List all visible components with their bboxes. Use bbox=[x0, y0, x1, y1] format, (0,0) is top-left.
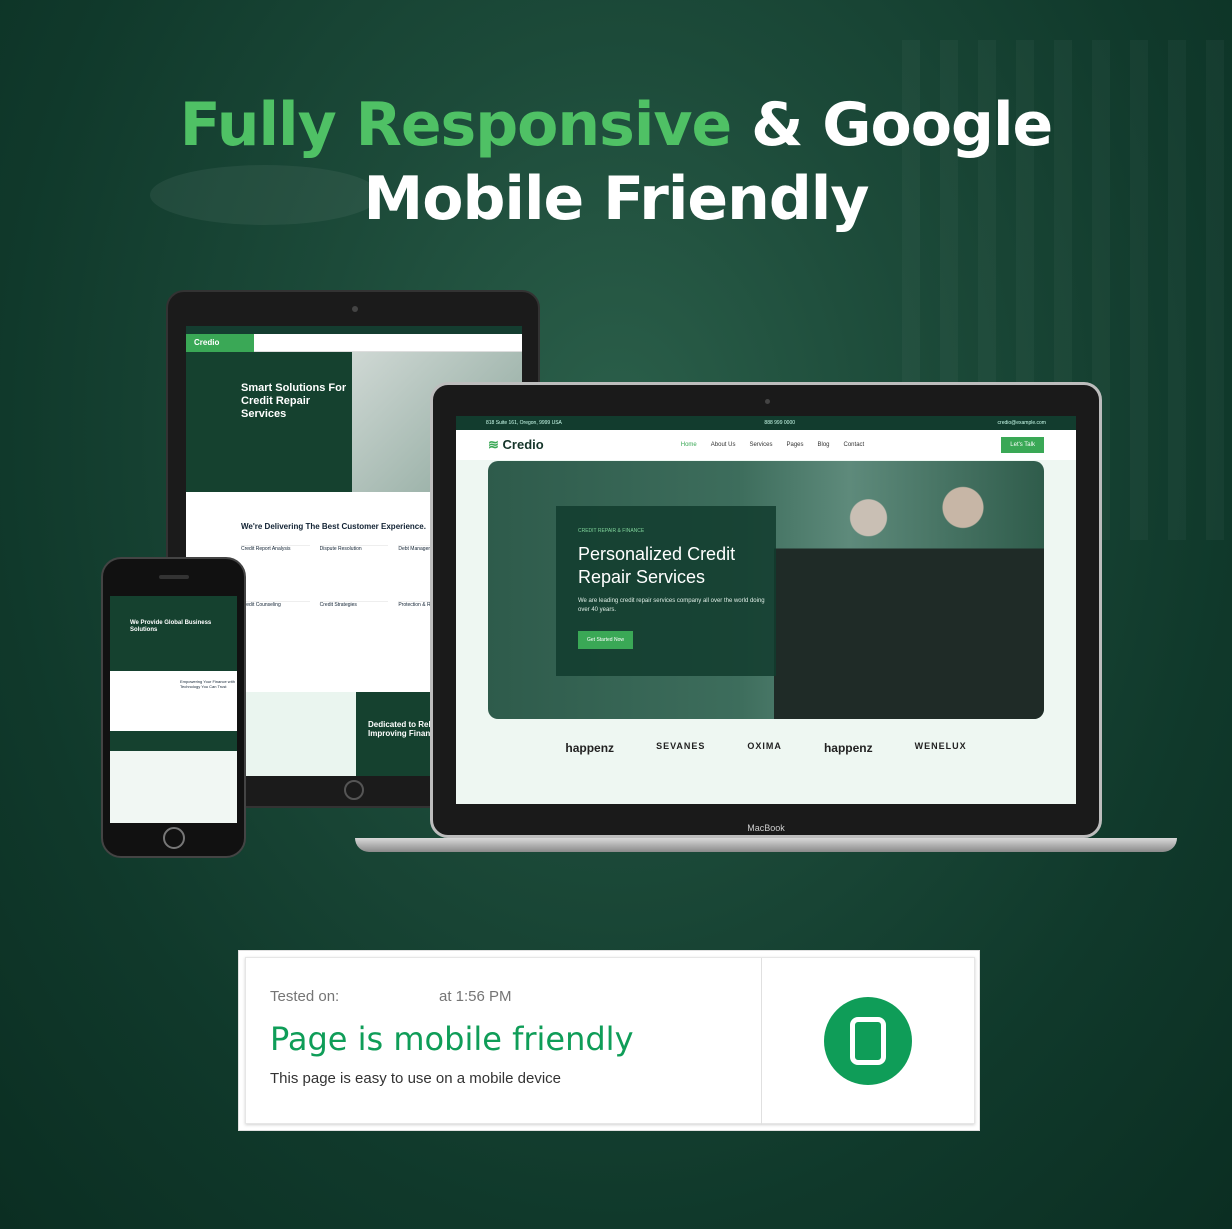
partner-logo: SEVANES bbox=[656, 741, 706, 751]
menu-item-contact[interactable]: Contact bbox=[844, 442, 865, 448]
menu-item-home[interactable]: Home bbox=[681, 442, 697, 448]
tested-time: at 1:56 PM bbox=[439, 988, 512, 1005]
menu-item-blog[interactable]: Blog bbox=[818, 442, 830, 448]
topbar-email: credio@example.com bbox=[997, 420, 1046, 426]
laptop-mockup: 818 Suite 161, Oregon, 9999 USA 888 999 … bbox=[430, 382, 1102, 838]
page-headline: Fully Responsive & Google Mobile Friendl… bbox=[0, 88, 1232, 236]
logo-text: Credio bbox=[502, 437, 544, 452]
laptop-menu: Home About Us Services Pages Blog Contac… bbox=[681, 442, 864, 448]
phone-home-button bbox=[163, 827, 185, 849]
tablet-camera bbox=[352, 306, 358, 312]
topbar-address: 818 Suite 161, Oregon, 9999 USA bbox=[486, 420, 562, 426]
result-subtitle: This page is easy to use on a mobile dev… bbox=[270, 1070, 561, 1087]
result-card-inner: Tested on: at 1:56 PM Page is mobile fri… bbox=[245, 957, 975, 1125]
headline-white: & Google bbox=[731, 90, 1053, 160]
partner-logo: happenz bbox=[823, 741, 873, 755]
tablet-home-button bbox=[344, 780, 364, 800]
hero-text: We are leading credit repair services co… bbox=[578, 598, 765, 613]
laptop-camera bbox=[765, 399, 770, 404]
topbar-phone: 888 999 0000 bbox=[764, 420, 796, 426]
logo-mark-icon: ≋ bbox=[488, 437, 499, 452]
phone-hero-title: We Provide Global Business Solutions bbox=[110, 596, 237, 671]
laptop-topbar: 818 Suite 161, Oregon, 9999 USA 888 999 … bbox=[456, 416, 1076, 430]
tablet-service-item: Dispute Resolution bbox=[319, 545, 389, 591]
hero-title: Personalized Credit Repair Services bbox=[578, 544, 736, 587]
phone-speaker bbox=[159, 575, 189, 579]
laptop-hero: CREDIT REPAIR & FINANCE Personalized Cre… bbox=[488, 461, 1044, 719]
menu-item-about[interactable]: About Us bbox=[711, 442, 736, 448]
menu-item-pages[interactable]: Pages bbox=[786, 442, 803, 448]
laptop-brand: MacBook bbox=[747, 823, 785, 833]
headline-line2: Mobile Friendly bbox=[363, 164, 870, 234]
partner-logo: happenz bbox=[565, 741, 615, 755]
laptop-nav: ≋ Credio Home About Us Services Pages Bl… bbox=[456, 430, 1076, 460]
result-title: Page is mobile friendly bbox=[270, 1020, 634, 1058]
tablet-logo: Credio bbox=[186, 333, 254, 352]
laptop-base bbox=[355, 838, 1177, 852]
phone-mockup: We Provide Global Business Solutions Emp… bbox=[101, 557, 246, 858]
tablet-service-item: Credit Strategies bbox=[319, 601, 389, 647]
phone-stats bbox=[110, 731, 237, 751]
phone-section-title: Empowering Your Finance with Technology … bbox=[110, 671, 237, 731]
partner-logos: happenz SEVANES OXIMA happenz WENELUX bbox=[456, 741, 1076, 755]
hero-kicker: CREDIT REPAIR & FINANCE bbox=[578, 528, 645, 534]
mobile-friendly-result-card: Tested on: at 1:56 PM Page is mobile fri… bbox=[238, 950, 980, 1131]
tested-label: Tested on: bbox=[270, 988, 340, 1005]
menu-item-services[interactable]: Services bbox=[749, 442, 772, 448]
tablet-hero-title: Smart Solutions For Credit Repair Servic… bbox=[241, 382, 347, 420]
lets-talk-button[interactable]: Let's Talk bbox=[1001, 437, 1044, 453]
phone-grid bbox=[110, 751, 237, 823]
card-divider bbox=[761, 958, 762, 1125]
tablet-service-item: Credit Counseling bbox=[241, 601, 310, 647]
tablet-nav: Credio bbox=[186, 333, 522, 352]
laptop-screen: 818 Suite 161, Oregon, 9999 USA 888 999 … bbox=[456, 416, 1076, 804]
mobile-phone-icon bbox=[850, 1017, 886, 1065]
phone-screen: We Provide Global Business Solutions Emp… bbox=[110, 596, 237, 823]
partner-logo: WENELUX bbox=[914, 741, 967, 751]
tablet-service-item: Credit Report Analysis bbox=[241, 545, 310, 591]
mobile-device-badge bbox=[824, 997, 912, 1085]
partner-logo: OXIMA bbox=[747, 741, 782, 751]
headline-green: Fully Responsive bbox=[179, 90, 732, 160]
get-started-button[interactable]: Get Started Now bbox=[578, 631, 633, 649]
credio-logo[interactable]: ≋ Credio bbox=[488, 437, 544, 453]
hero-people-image bbox=[774, 461, 1044, 719]
